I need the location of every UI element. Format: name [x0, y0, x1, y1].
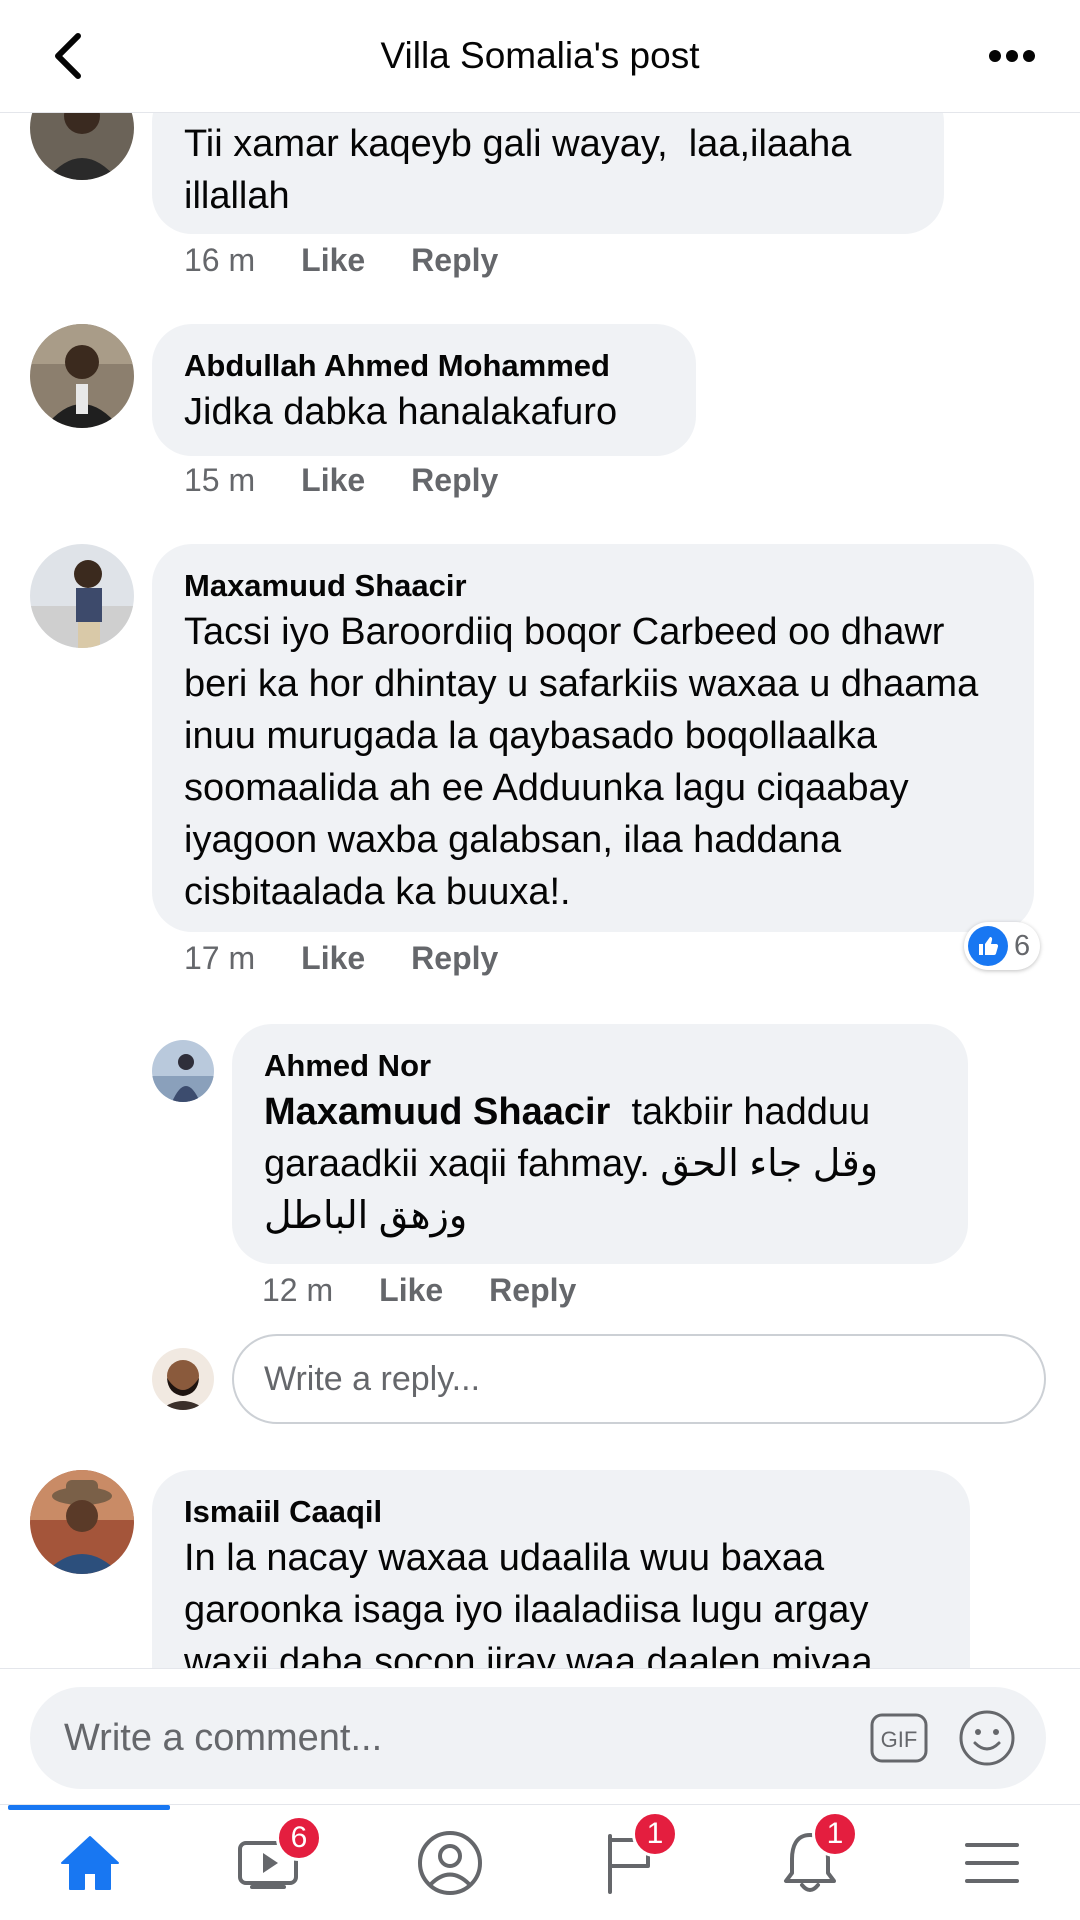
- more-dots-icon: [989, 50, 1035, 62]
- bottom-nav: 6 1 1: [0, 1804, 1080, 1920]
- nav-pages[interactable]: 1: [560, 1805, 700, 1920]
- comment-author[interactable]: Maxamuud Shaacir: [184, 566, 1002, 606]
- reply-link[interactable]: Reply: [411, 462, 498, 499]
- comment-bubble[interactable]: Abdullah Ahmed Mohammed Jidka dabka hana…: [152, 324, 696, 456]
- reply-bubble[interactable]: Ahmed Nor Maxamuud Shaacir takbiir haddu…: [232, 1024, 968, 1264]
- profile-icon: [418, 1831, 482, 1895]
- reply-link[interactable]: Reply: [489, 1272, 576, 1309]
- comment-bubble[interactable]: Maxamuud Shaacir Tacsi iyo Baroordiiq bo…: [152, 544, 1034, 932]
- avatar[interactable]: [30, 1470, 134, 1574]
- top-bar: Villa Somalia's post: [0, 0, 1080, 113]
- comment-text: Jidka dabka hanalakafuro: [184, 391, 618, 433]
- reply-link[interactable]: Reply: [411, 242, 498, 279]
- comment-input[interactable]: Write a comment... GIF: [30, 1687, 1046, 1789]
- post-comments-screen: Villa Somalia's post Tii xamar kaqeyb ga…: [0, 0, 1080, 1920]
- avatar[interactable]: [30, 324, 134, 428]
- comment-time: 15 m: [184, 462, 256, 498]
- more-options-button[interactable]: [982, 36, 1042, 76]
- reply-author[interactable]: Ahmed Nor: [264, 1046, 936, 1086]
- mention-link[interactable]: Maxamuud Shaacir: [264, 1091, 610, 1133]
- comment-actions: 16 m Like Reply: [184, 242, 544, 279]
- nav-watch[interactable]: 6: [198, 1805, 338, 1920]
- page-title: Villa Somalia's post: [380, 35, 700, 76]
- comment-author[interactable]: Abdullah Ahmed Mohammed: [184, 346, 664, 386]
- emoji-icon[interactable]: [958, 1709, 1016, 1767]
- avatar[interactable]: [152, 1040, 214, 1102]
- gif-icon[interactable]: GIF: [870, 1713, 928, 1763]
- comment-text: Tii xamar kaqeyb gali wayay, laa,ilaaha …: [184, 123, 862, 217]
- avatar[interactable]: [30, 544, 134, 648]
- menu-icon: [965, 1843, 1019, 1883]
- comment-input-placeholder: Write a comment...: [64, 1716, 383, 1759]
- nav-notifications[interactable]: 1: [740, 1805, 880, 1920]
- reaction-count: 6: [1014, 929, 1031, 962]
- reply-link[interactable]: Reply: [411, 940, 498, 977]
- comments-list[interactable]: Tii xamar kaqeyb gali wayay, laa,ilaaha …: [0, 112, 1080, 1668]
- comment-bubble[interactable]: Ismaiil Caaqil In la nacay waxaa udaalil…: [152, 1470, 970, 1668]
- notification-badge: 6: [276, 1815, 322, 1861]
- notification-badge: 1: [812, 1811, 858, 1857]
- reply-time: 12 m: [262, 1272, 334, 1308]
- reply-text: Maxamuud Shaacir takbiir hadduu garaadki…: [264, 1086, 936, 1242]
- comment-time: 17 m: [184, 940, 256, 976]
- like-link[interactable]: Like: [301, 462, 365, 499]
- comment-text: In la nacay waxaa udaalila wuu baxaa gar…: [184, 1537, 880, 1668]
- gif-label: GIF: [881, 1727, 918, 1752]
- reaction-summary[interactable]: 6: [964, 922, 1041, 970]
- like-link[interactable]: Like: [301, 940, 365, 977]
- comment-actions: 17 m Like Reply: [184, 940, 544, 977]
- home-icon: [61, 1836, 119, 1890]
- like-link[interactable]: Like: [301, 242, 365, 279]
- nav-profile[interactable]: [380, 1805, 520, 1920]
- nav-menu[interactable]: [922, 1805, 1062, 1920]
- comment-composer: Write a comment... GIF: [0, 1668, 1080, 1805]
- avatar[interactable]: [30, 112, 134, 180]
- back-button[interactable]: [40, 28, 96, 84]
- reply-actions: 12 m Like Reply: [262, 1272, 622, 1309]
- nav-home[interactable]: [20, 1805, 160, 1920]
- thumbs-up-icon: [968, 926, 1008, 966]
- reply-input-placeholder: Write a reply...: [264, 1359, 481, 1398]
- comment-bubble[interactable]: Tii xamar kaqeyb gali wayay, laa,ilaaha …: [152, 112, 944, 234]
- reply-input[interactable]: Write a reply...: [232, 1334, 1046, 1424]
- comment-actions: 15 m Like Reply: [184, 462, 544, 499]
- current-user-avatar: [152, 1348, 214, 1410]
- notification-badge: 1: [632, 1811, 678, 1857]
- like-link[interactable]: Like: [379, 1272, 443, 1309]
- comment-author[interactable]: Ismaiil Caaqil: [184, 1492, 938, 1532]
- comment-time: 16 m: [184, 242, 256, 278]
- chevron-left-icon: [55, 33, 81, 79]
- comment-text: Tacsi iyo Baroordiiq boqor Carbeed oo dh…: [184, 611, 989, 913]
